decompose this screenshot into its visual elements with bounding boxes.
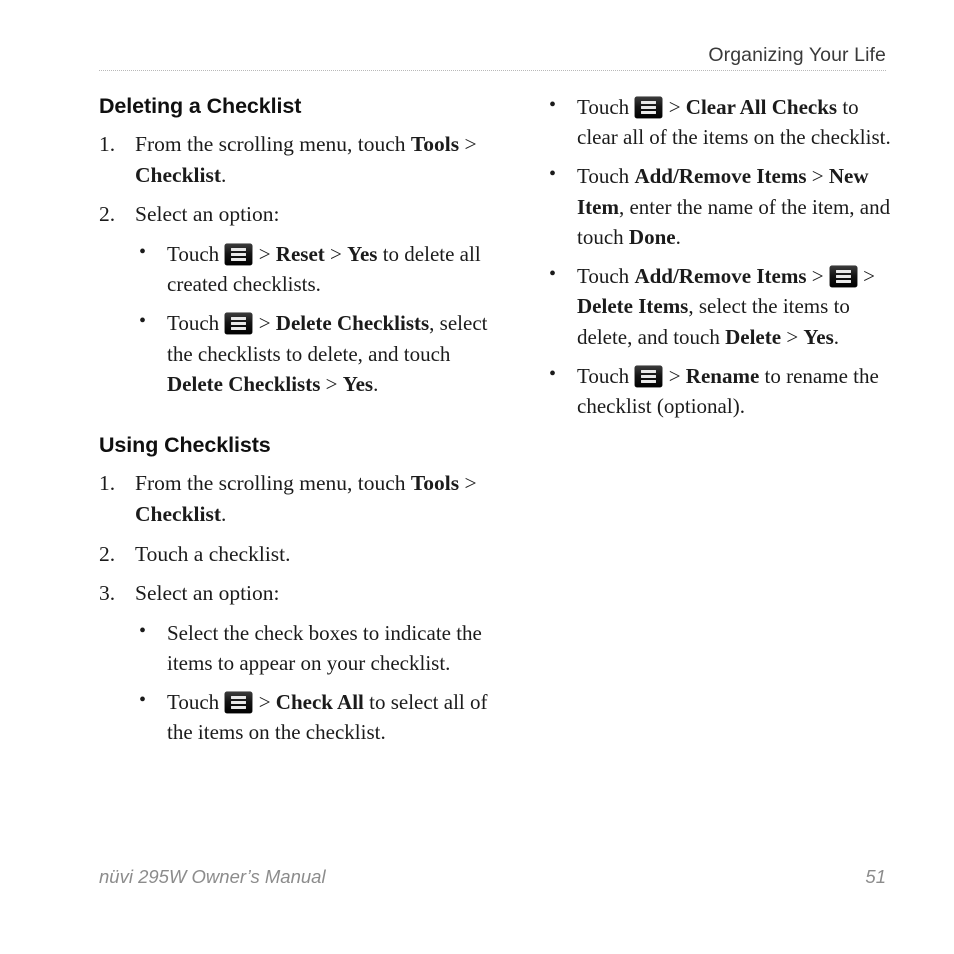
bullet-marker: • bbox=[549, 362, 557, 385]
emphasis-text: Checklist bbox=[135, 162, 221, 187]
body-text: . bbox=[833, 324, 840, 349]
body-text: > bbox=[459, 471, 477, 496]
body-text: , enter the name of the item, and touch bbox=[577, 194, 891, 249]
numbered-step: 1. From the scrolling menu, touch Tools >… bbox=[99, 468, 489, 529]
footer-page-number: 51 bbox=[865, 866, 886, 887]
menu-icon bbox=[635, 97, 663, 118]
body-text: > bbox=[663, 363, 686, 388]
bullet-item: • Touch > Reset > Yes to delete all creat… bbox=[137, 239, 489, 299]
bullet-item: • Touch > Check All to select all of the … bbox=[137, 687, 489, 747]
emphasis-text: Add/Remove Items bbox=[634, 264, 807, 289]
bullet-marker: • bbox=[139, 689, 147, 711]
menu-icon bbox=[225, 692, 253, 713]
emphasis-text: Tools bbox=[410, 471, 460, 496]
body-text: . bbox=[373, 371, 379, 396]
emphasis-text: Add/Remove Items bbox=[634, 164, 807, 189]
step-number: 2. bbox=[99, 202, 116, 227]
body-text: > bbox=[253, 241, 276, 266]
emphasis-text: Yes bbox=[342, 371, 374, 396]
emphasis-text: Delete bbox=[725, 324, 782, 349]
emphasis-text: Reset bbox=[275, 241, 325, 266]
bullet-item: • Touch > Rename to rename the checklist … bbox=[547, 361, 892, 421]
body-text: Touch a checklist. bbox=[135, 541, 291, 566]
left-column: Deleting a Checklist 1. From the scrolling… bbox=[99, 92, 489, 747]
section-heading: Using Checklists bbox=[99, 433, 271, 458]
page-footer: nüvi 295W Owner’s Manual 51 bbox=[99, 866, 886, 896]
numbered-step: 3. Select an option: bbox=[99, 578, 489, 609]
header-title: Organizing Your Life bbox=[708, 44, 886, 66]
menu-icon bbox=[635, 365, 663, 387]
bullet-item: • Touch > Clear All Checks to clear all o… bbox=[547, 92, 892, 152]
emphasis-text: Rename bbox=[685, 363, 760, 388]
body-text: > bbox=[253, 311, 276, 336]
body-text: Select an option: bbox=[135, 581, 280, 606]
body-text: > bbox=[253, 690, 276, 714]
body-text: Touch bbox=[577, 363, 635, 388]
bullet-marker: • bbox=[549, 263, 557, 286]
body-text: Select the check boxes to indicate the i… bbox=[167, 620, 482, 675]
body-text: Touch bbox=[167, 241, 225, 266]
step-number: 3. bbox=[99, 581, 116, 606]
body-text: > bbox=[781, 324, 804, 349]
body-text: . bbox=[675, 224, 681, 249]
body-text: Touch bbox=[577, 95, 635, 119]
numbered-step: 1. From the scrolling menu, touch Tools >… bbox=[99, 129, 489, 190]
bullet-marker: • bbox=[139, 310, 147, 333]
body-text: > bbox=[459, 132, 477, 157]
header-divider bbox=[99, 70, 886, 71]
emphasis-text: Tools bbox=[410, 132, 460, 157]
body-text: Select an option: bbox=[135, 202, 280, 227]
step-number: 1. bbox=[99, 471, 116, 496]
step-number: 1. bbox=[99, 132, 116, 157]
body-text: > bbox=[806, 164, 829, 189]
body-text: From the scrolling menu, touch bbox=[135, 132, 411, 157]
bullet-item: • Touch Add/Remove Items > > Delete Items… bbox=[547, 261, 892, 352]
emphasis-text: Check All bbox=[275, 690, 364, 714]
menu-icon bbox=[225, 243, 253, 265]
emphasis-text: Yes bbox=[803, 324, 834, 349]
emphasis-text: Delete Checklists bbox=[275, 311, 430, 336]
body-text: > bbox=[806, 264, 829, 289]
emphasis-text: Delete Checklists bbox=[167, 371, 321, 396]
body-text: > bbox=[857, 264, 875, 289]
body-text: . bbox=[221, 162, 227, 187]
bullet-list: • Touch > Clear All Checks to clear all o… bbox=[547, 92, 892, 421]
menu-icon bbox=[225, 313, 253, 335]
section-heading: Deleting a Checklist bbox=[99, 94, 302, 118]
bullet-marker: • bbox=[549, 163, 557, 186]
right-column: • Touch > Clear All Checks to clear all o… bbox=[547, 92, 892, 421]
body-text: > bbox=[663, 95, 686, 119]
body-text: Touch bbox=[167, 690, 225, 714]
emphasis-text: Clear All Checks bbox=[685, 95, 838, 119]
emphasis-text: Delete Items bbox=[577, 294, 689, 319]
bullet-item: • Select the check boxes to indicate the … bbox=[137, 618, 489, 678]
footer-manual-title: nüvi 295W Owner’s Manual bbox=[99, 866, 326, 887]
emphasis-text: Checklist bbox=[135, 501, 221, 526]
step-number: 2. bbox=[99, 541, 116, 566]
numbered-step: 2. Touch a checklist. bbox=[99, 539, 489, 570]
body-text: > bbox=[320, 371, 343, 396]
body-text: From the scrolling menu, touch bbox=[135, 471, 411, 496]
body-text: . bbox=[221, 501, 227, 526]
bullet-marker: • bbox=[139, 240, 147, 263]
bullet-marker: • bbox=[549, 94, 557, 116]
emphasis-text: Done bbox=[628, 224, 676, 249]
bullet-marker: • bbox=[139, 619, 147, 642]
body-text: Touch bbox=[577, 164, 635, 189]
body-text: Touch bbox=[577, 264, 635, 289]
manual-page: Organizing Your Life Deleting a Checklis… bbox=[0, 0, 954, 954]
bullet-item: • Touch Add/Remove Items > New Item, ente… bbox=[547, 161, 892, 252]
bullet-item: • Touch > Delete Checklists, select the c… bbox=[137, 308, 489, 399]
menu-icon bbox=[829, 266, 857, 288]
body-text: Touch bbox=[167, 311, 225, 336]
page-header: Organizing Your Life bbox=[99, 44, 886, 74]
numbered-step: 2. Select an option: bbox=[99, 199, 489, 230]
emphasis-text: Yes bbox=[347, 241, 378, 266]
body-text: > bbox=[324, 241, 348, 266]
